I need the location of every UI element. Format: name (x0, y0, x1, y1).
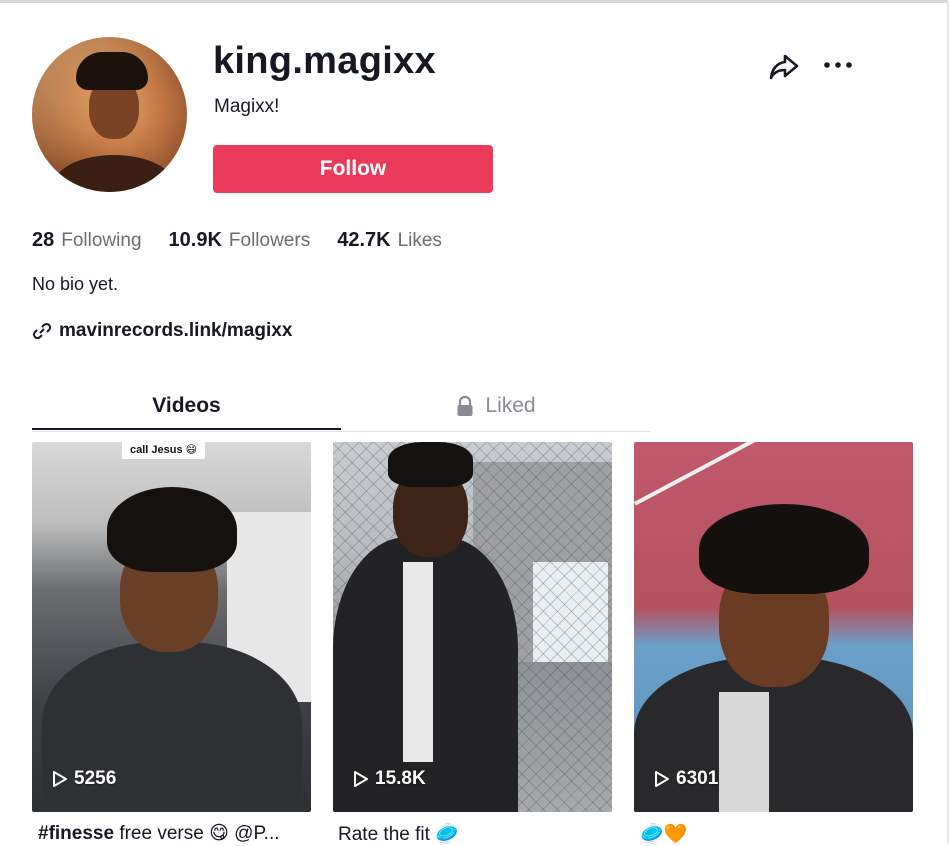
stat-likes: 42.7K Likes (337, 229, 442, 255)
video-overlay-text: call Jesus 😄 (122, 442, 206, 459)
stat-followers[interactable]: 10.9K Followers (169, 229, 311, 255)
likes-count: 42.7K (337, 229, 391, 251)
video-card[interactable]: call Jesus 😄 5256 (32, 442, 311, 812)
followers-count: 10.9K (168, 229, 222, 251)
caption-hashtag[interactable]: #finesse (38, 823, 114, 844)
username: king.magixx (213, 40, 436, 82)
nickname: Magixx! (214, 96, 280, 117)
play-icon (654, 770, 670, 788)
window-top-border (0, 0, 949, 3)
profile-stats: 28 Following 10.9K Followers 42.7K Likes (32, 229, 469, 255)
following-count: 28 (32, 229, 55, 251)
tab-videos-label: Videos (152, 394, 221, 417)
followers-label: Followers (228, 230, 311, 251)
video-caption[interactable]: Rate the fit 🥏 (338, 822, 608, 846)
video-card[interactable]: 6301 (634, 442, 913, 812)
link-icon (32, 321, 52, 341)
video-caption[interactable]: 🥏🧡 (640, 822, 910, 846)
lock-icon (455, 395, 475, 417)
play-count: 15.8K (353, 768, 426, 790)
video-card[interactable]: 15.8K (333, 442, 612, 812)
play-count-value: 15.8K (375, 768, 426, 789)
stat-following[interactable]: 28 Following (32, 229, 142, 255)
play-count-value: 6301 (676, 768, 719, 789)
following-label: Following (61, 230, 142, 251)
tab-liked[interactable]: Liked (341, 383, 650, 429)
likes-label: Likes (397, 230, 442, 251)
profile-link[interactable]: mavinrecords.link/magixx (32, 320, 292, 342)
play-icon (353, 770, 369, 788)
share-icon[interactable] (768, 52, 800, 82)
video-caption[interactable]: #finesse free verse 😋 @P... (38, 822, 308, 845)
caption-text: Rate the fit 🥏 (338, 824, 459, 845)
avatar[interactable] (32, 37, 187, 192)
tab-liked-label: Liked (485, 394, 536, 417)
more-icon[interactable] (822, 54, 854, 76)
profile-tabs: Videos Liked (32, 383, 650, 432)
active-tab-indicator (32, 428, 341, 430)
profile-link-text: mavinrecords.link/magixx (59, 320, 293, 341)
play-count-value: 5256 (74, 768, 117, 789)
caption-text: 🥏🧡 (640, 824, 688, 845)
tab-videos[interactable]: Videos (32, 383, 341, 429)
play-icon (52, 770, 68, 788)
bio-text: No bio yet. (32, 274, 119, 294)
play-count: 5256 (52, 768, 116, 790)
play-count: 6301 (654, 768, 718, 790)
follow-button[interactable]: Follow (213, 145, 493, 193)
caption-text: free verse 😋 @P... (114, 823, 280, 844)
